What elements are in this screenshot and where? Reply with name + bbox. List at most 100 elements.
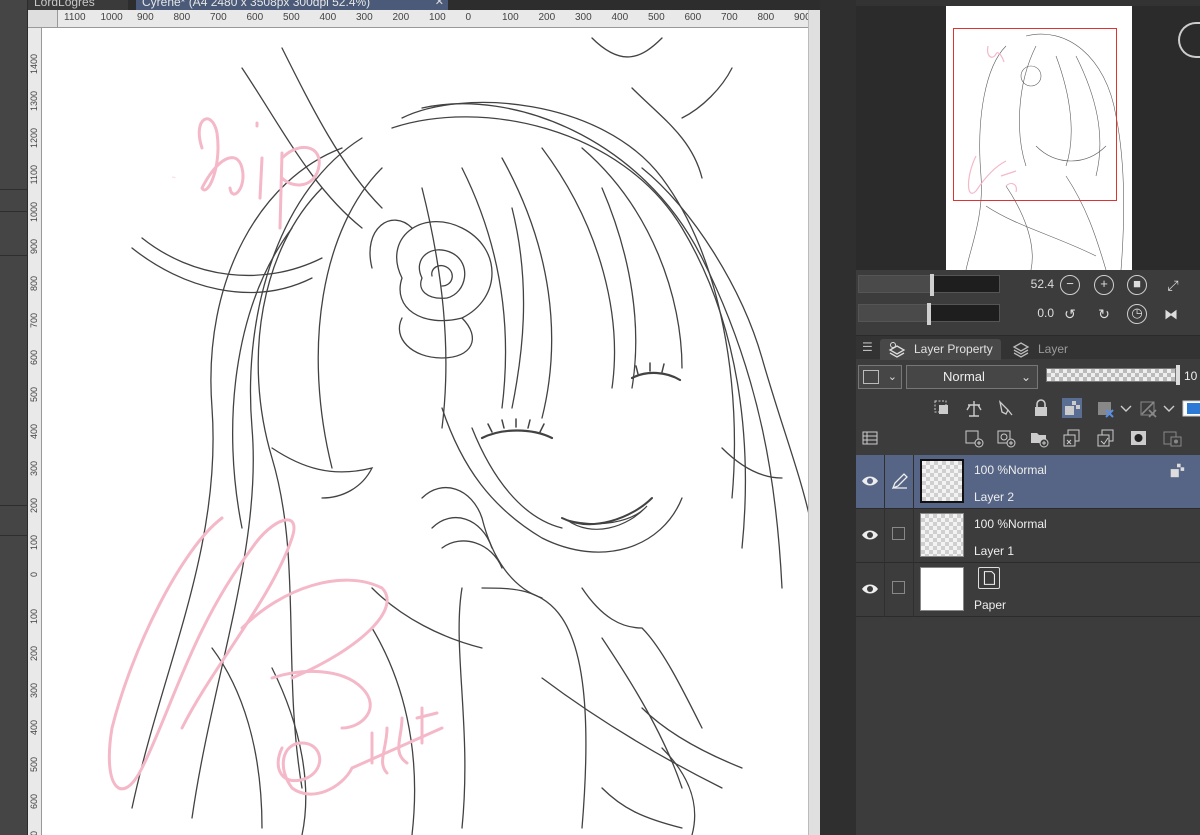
new-folder-icon[interactable] xyxy=(1029,428,1049,448)
layer-edit-checkbox[interactable] xyxy=(892,527,905,540)
layer-edit-column[interactable] xyxy=(884,509,914,563)
flip-horizontal-icon[interactable]: ⧓ xyxy=(1161,304,1181,324)
layer-color-select[interactable]: ⌄ xyxy=(858,365,902,389)
eye-icon[interactable] xyxy=(860,471,880,491)
panel-menu-icon[interactable]: ☰ xyxy=(862,340,873,354)
rotate-right-icon[interactable]: ↻ xyxy=(1094,304,1114,324)
layer-thumbnail xyxy=(920,459,964,503)
layer-mode: 100 %Normal xyxy=(974,517,1047,531)
zoom-slider-knob[interactable] xyxy=(929,274,934,296)
layer-edit-column[interactable] xyxy=(884,563,914,617)
layer-color-icon[interactable] xyxy=(1182,398,1200,418)
create-mask-icon[interactable] xyxy=(1129,428,1149,448)
chevron-down-icon[interactable] xyxy=(1159,398,1179,418)
zoom-slider-fill xyxy=(859,276,932,292)
right-panel: 52.4 − + ■ ⤢ 0.0 ↺ ↻ ◷ ⧓ ☰ Layer Propert… xyxy=(856,0,1200,835)
new-raster-layer-icon[interactable] xyxy=(964,428,984,448)
drawing-canvas[interactable]: Wip xyxy=(42,28,820,835)
document-tab-active[interactable]: Cyrene* (A4 2480 x 3508px 300dpi 52.4%) ✕ xyxy=(136,0,448,10)
tab-layer[interactable]: Layer xyxy=(1004,339,1076,360)
clipping-icon[interactable] xyxy=(932,398,952,418)
navigator-view-frame[interactable] xyxy=(953,28,1117,201)
ruler-tick-label: 500 xyxy=(648,12,665,23)
transfer-down-icon[interactable] xyxy=(1062,428,1082,448)
close-tab-icon[interactable]: ✕ xyxy=(435,0,444,8)
zoom-slider[interactable] xyxy=(858,274,1000,296)
lock-transparency-icon[interactable] xyxy=(1062,398,1082,418)
navigator-panel-toggle[interactable] xyxy=(1178,22,1200,58)
app-window: LordLogres Cyrene* (A4 2480 x 3508px 300… xyxy=(0,0,1200,835)
opacity-slider-knob[interactable] xyxy=(1176,365,1180,385)
ruler-range-icon[interactable] xyxy=(1139,398,1159,418)
canvas-scrollbar[interactable] xyxy=(808,10,820,835)
ruler-tick-label: 1400 xyxy=(29,54,39,75)
ruler-tick-label: 1000 xyxy=(100,12,123,23)
layer-edit-checkbox[interactable] xyxy=(892,581,905,594)
ruler-tick-label: 500 xyxy=(29,387,39,403)
ruler-tick-label: 0 xyxy=(29,572,39,578)
ruler-tick-label: 100 xyxy=(29,535,39,551)
ruler-top[interactable]: 1100 1000 900 800 700 600 500 400 300 200 100 0 100 2… xyxy=(58,10,820,28)
layer-row[interactable]: Paper xyxy=(856,563,1200,617)
zoom-in-icon[interactable]: + xyxy=(1094,275,1114,295)
tool-strip-section[interactable] xyxy=(0,0,28,190)
layer-thumbnail xyxy=(920,513,964,557)
rotate-left-icon[interactable]: ↺ xyxy=(1060,304,1080,324)
lock-icon[interactable] xyxy=(1031,398,1051,418)
draft-layer-icon[interactable] xyxy=(996,398,1016,418)
ruler-tick-label: 300 xyxy=(575,12,592,23)
blend-mode-value: Normal xyxy=(943,369,985,384)
layer-edit-column[interactable] xyxy=(884,455,914,509)
reset-rotation-icon[interactable]: ◷ xyxy=(1127,304,1147,324)
layer-row[interactable]: 100 %Normal Layer 1 xyxy=(856,509,1200,563)
merge-down-icon[interactable] xyxy=(1096,428,1116,448)
eye-icon[interactable] xyxy=(860,525,880,545)
navigator-view[interactable] xyxy=(856,6,1200,270)
opacity-slider[interactable] xyxy=(1046,368,1176,382)
layer-row[interactable]: 100 %Normal Layer 2 xyxy=(856,455,1200,509)
rotate-slider-fill xyxy=(859,305,929,321)
ruler-tick-label: 800 xyxy=(173,12,191,23)
mask-enable-icon[interactable] xyxy=(1096,398,1116,418)
reference-layer-icon[interactable] xyxy=(964,398,984,418)
chevron-down-icon[interactable] xyxy=(1116,398,1136,418)
eye-icon[interactable] xyxy=(860,579,880,599)
fit-window-icon[interactable]: ⤢ xyxy=(1163,275,1183,295)
rotate-slider-knob[interactable] xyxy=(927,303,931,325)
tool-strip-section[interactable] xyxy=(0,506,28,536)
panel-list-icon[interactable] xyxy=(860,428,880,448)
ruler-left[interactable]: 1400 1300 1200 1100 1000 900 800 700 600 500 400 30… xyxy=(28,28,42,835)
document-tab-label: LordLogres xyxy=(34,0,95,9)
tool-strip-section[interactable] xyxy=(0,190,28,212)
chevron-down-icon: ⌄ xyxy=(1020,370,1031,384)
layer-list: 100 %Normal Layer 2 100 %Normal Layer 1 … xyxy=(856,455,1200,835)
tab-label: Layer Property xyxy=(914,342,993,356)
ruler-tick-label: 1300 xyxy=(29,91,39,112)
rotate-slider[interactable] xyxy=(858,303,1000,325)
tool-strip-section[interactable] xyxy=(0,256,28,506)
layer-toolbar-row-1 xyxy=(856,394,1200,422)
layer-color-swatch xyxy=(863,370,879,384)
zoom-out-icon[interactable]: − xyxy=(1060,275,1080,295)
blend-row: ⌄ Normal ⌄ 10 xyxy=(856,360,1200,394)
ruler-tick-label: 200 xyxy=(538,12,556,23)
navigator-thumbnail[interactable] xyxy=(946,6,1132,270)
canvas-gutter xyxy=(820,0,856,835)
ruler-tick-label: 100 xyxy=(429,12,446,23)
watermark-text: Wip xyxy=(172,177,176,179)
fit-view-icon[interactable]: ■ xyxy=(1127,275,1147,295)
document-tab-label: Cyrene* (A4 2480 x 3508px 300dpi 52.4%) xyxy=(142,0,371,9)
ruler-tick-label: 100 xyxy=(502,12,519,23)
ruler-tick-label: 300 xyxy=(29,461,39,477)
ruler-tick-label: 700 xyxy=(29,313,39,329)
ruler-tick-label: 300 xyxy=(356,12,373,23)
delete-layer-icon[interactable] xyxy=(1162,428,1182,448)
document-tab[interactable]: LordLogres xyxy=(28,0,128,10)
tab-layer-property[interactable]: Layer Property xyxy=(880,339,1001,360)
tool-strip-section[interactable] xyxy=(0,212,28,256)
ruler-tick-label: 100 xyxy=(29,609,39,625)
new-vector-layer-icon[interactable] xyxy=(996,428,1016,448)
blend-mode-select[interactable]: Normal ⌄ xyxy=(906,365,1038,389)
ruler-corner xyxy=(28,10,58,28)
ruler-tick-label: 1000 xyxy=(29,202,39,223)
